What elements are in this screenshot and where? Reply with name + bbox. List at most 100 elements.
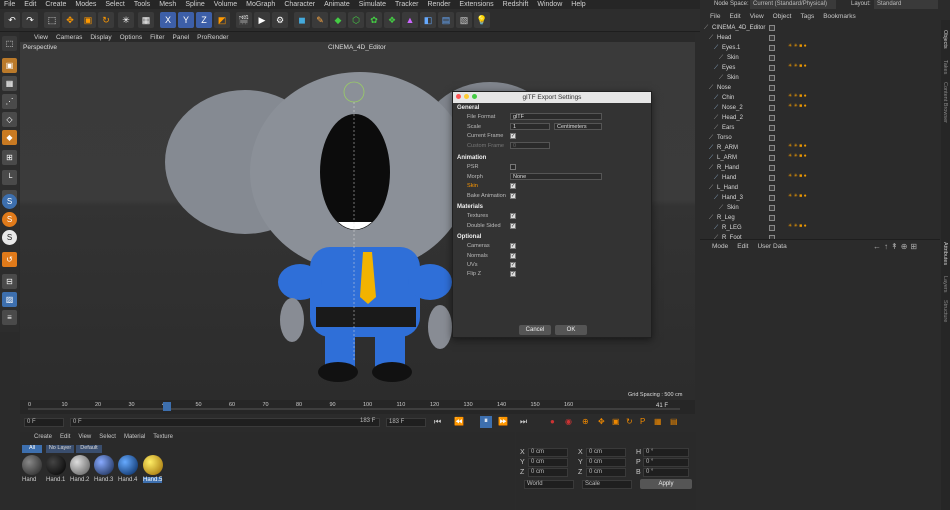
object-row[interactable]: ⟋ Head_2 (700, 113, 940, 123)
object-row[interactable]: ⟋ CINEMA_4D_Editor (700, 23, 940, 33)
environment-icon[interactable]: ▧ (456, 12, 472, 28)
cube-icon[interactable]: ◼ (294, 12, 310, 28)
menu-tracker[interactable]: Tracker (395, 1, 418, 8)
world-coords-icon[interactable]: ◩ (214, 12, 230, 28)
pla-key-icon[interactable]: ▦ (654, 417, 664, 427)
scale-icon[interactable]: ▣ (80, 12, 96, 28)
menu-volume[interactable]: Volume (214, 1, 237, 8)
rotation-key-icon[interactable]: ↻ (626, 417, 636, 427)
menu-tools[interactable]: Tools (134, 1, 150, 8)
material-hand-3[interactable] (94, 455, 114, 475)
rot-b-field[interactable]: 0 ° (643, 468, 689, 477)
tab-content-browser[interactable]: Content Browser (942, 82, 948, 123)
object-row[interactable]: ⟋ Skin (700, 203, 940, 213)
menu-character[interactable]: Character (284, 1, 315, 8)
vp-menu-filter[interactable]: Filter (150, 34, 164, 41)
tag-icons[interactable] (788, 125, 828, 131)
object-row[interactable]: ⟋ Eyes.1 ✳ ✳ ■ ● (700, 43, 940, 53)
grid-icon[interactable]: ▤ (438, 12, 454, 28)
visibility-toggle[interactable] (769, 115, 775, 121)
filter-default[interactable]: Default (76, 445, 102, 453)
visibility-toggle[interactable] (769, 35, 775, 41)
scheme-icon[interactable]: ▤ (670, 417, 680, 427)
tab-takes[interactable]: Takes (942, 60, 948, 74)
last-tool-icon[interactable]: ✳ (118, 12, 134, 28)
visibility-toggle[interactable] (769, 85, 775, 91)
solo-icon[interactable]: S (2, 230, 17, 245)
size-y-field[interactable]: 0 cm (586, 458, 626, 467)
mat-menu-create[interactable]: Create (34, 434, 52, 440)
layers-icon[interactable]: ≡ (2, 310, 17, 325)
file-format-dropdown[interactable]: glTF (510, 113, 602, 120)
timeline-playhead[interactable] (163, 402, 171, 411)
tag-icons[interactable]: ✳ ✳ ■ ● (788, 174, 828, 181)
move-icon[interactable]: ✥ (62, 12, 78, 28)
layout-dropdown[interactable]: Standard (874, 0, 938, 9)
filter-no-layer[interactable]: No Layer (46, 445, 74, 453)
visibility-toggle[interactable] (769, 195, 775, 201)
vp-menu-cameras[interactable]: Cameras (56, 34, 82, 41)
rotate-icon[interactable]: ↻ (98, 12, 114, 28)
prev-key-icon[interactable]: ⏪ (454, 417, 464, 427)
visibility-toggle[interactable] (769, 165, 775, 171)
make-editable-icon[interactable]: ⬚ (2, 36, 17, 51)
visibility-toggle[interactable] (769, 145, 775, 151)
visibility-toggle[interactable] (769, 205, 775, 211)
tab-attributes[interactable]: Attributes (942, 242, 948, 265)
visibility-toggle[interactable] (769, 65, 775, 71)
normals-checkbox[interactable]: ✓ (510, 253, 516, 259)
visibility-toggle[interactable] (769, 45, 775, 51)
menu-help[interactable]: Help (571, 1, 585, 8)
tag-icons[interactable]: ✳ ✳ ■ ● (788, 44, 828, 51)
mat-menu-texture[interactable]: Texture (153, 434, 173, 440)
next-key-icon[interactable]: ⏩ (498, 417, 508, 427)
min-time-field[interactable]: 0 F (24, 418, 64, 427)
object-row[interactable]: ⟋ R_ARM ✳ ✳ ■ ● (700, 143, 940, 153)
obj-menu-bookmarks[interactable]: Bookmarks (823, 13, 856, 20)
units-dropdown[interactable]: Centimeters (554, 123, 602, 130)
uvs-checkbox[interactable]: ✓ (510, 262, 516, 268)
tag-icons[interactable]: ✳ ✳ ■ ● (788, 224, 828, 231)
snapping-icon[interactable]: S (2, 212, 17, 227)
object-row[interactable]: ⟋ Hand_3 ✳ ✳ ■ ● (700, 193, 940, 203)
menu-edit[interactable]: Edit (24, 1, 36, 8)
play-icon[interactable]: ⏸ (480, 416, 492, 428)
menu-render[interactable]: Render (427, 1, 450, 8)
visibility-toggle[interactable] (769, 55, 775, 61)
autokey-icon[interactable]: ◉ (565, 417, 575, 427)
undo-icon[interactable]: ↶ (4, 12, 20, 28)
material-hand-2[interactable] (70, 455, 90, 475)
zoom-window-icon[interactable] (472, 94, 477, 99)
obj-menu-tags[interactable]: Tags (800, 13, 814, 20)
object-row[interactable]: ⟋ Torso (700, 133, 940, 143)
object-row[interactable]: ⟋ Chin ✳ ✳ ■ ● (700, 93, 940, 103)
redo-icon[interactable]: ↷ (22, 12, 38, 28)
visibility-toggle[interactable] (769, 225, 775, 231)
menu-simulate[interactable]: Simulate (359, 1, 386, 8)
keyframe-selection-icon[interactable]: ⊕ (582, 417, 592, 427)
visibility-toggle[interactable] (769, 75, 775, 81)
goto-end-icon[interactable]: ⏭ (520, 417, 530, 427)
minimize-window-icon[interactable] (464, 94, 469, 99)
obj-menu-view[interactable]: View (750, 13, 764, 20)
filter-all[interactable]: All (22, 445, 42, 453)
object-row[interactable]: ⟋ L_Hand (700, 183, 940, 193)
attr-menu-userdata[interactable]: User Data (757, 243, 786, 250)
select-icon[interactable]: ⬚ (44, 12, 60, 28)
pos-x-field[interactable]: 0 cm (528, 448, 568, 457)
vp-menu-prorender[interactable]: ProRender (197, 34, 228, 41)
size-x-field[interactable]: 0 cm (586, 448, 626, 457)
cancel-button[interactable]: Cancel (519, 325, 551, 335)
visibility-toggle[interactable] (769, 105, 775, 111)
position-key-icon[interactable]: ✥ (598, 417, 608, 427)
visibility-toggle[interactable] (769, 215, 775, 221)
vp-menu-view[interactable]: View (34, 34, 48, 41)
tag-icons[interactable] (788, 85, 828, 91)
object-row[interactable]: ⟋ R_Hand (700, 163, 940, 173)
edges-mode-icon[interactable]: ◇ (2, 112, 17, 127)
menu-extensions[interactable]: Extensions (459, 1, 493, 8)
visibility-toggle[interactable] (769, 95, 775, 101)
tag-icons[interactable] (788, 35, 828, 41)
material-hand-5[interactable] (143, 455, 163, 475)
obj-menu-file[interactable]: File (710, 13, 720, 20)
